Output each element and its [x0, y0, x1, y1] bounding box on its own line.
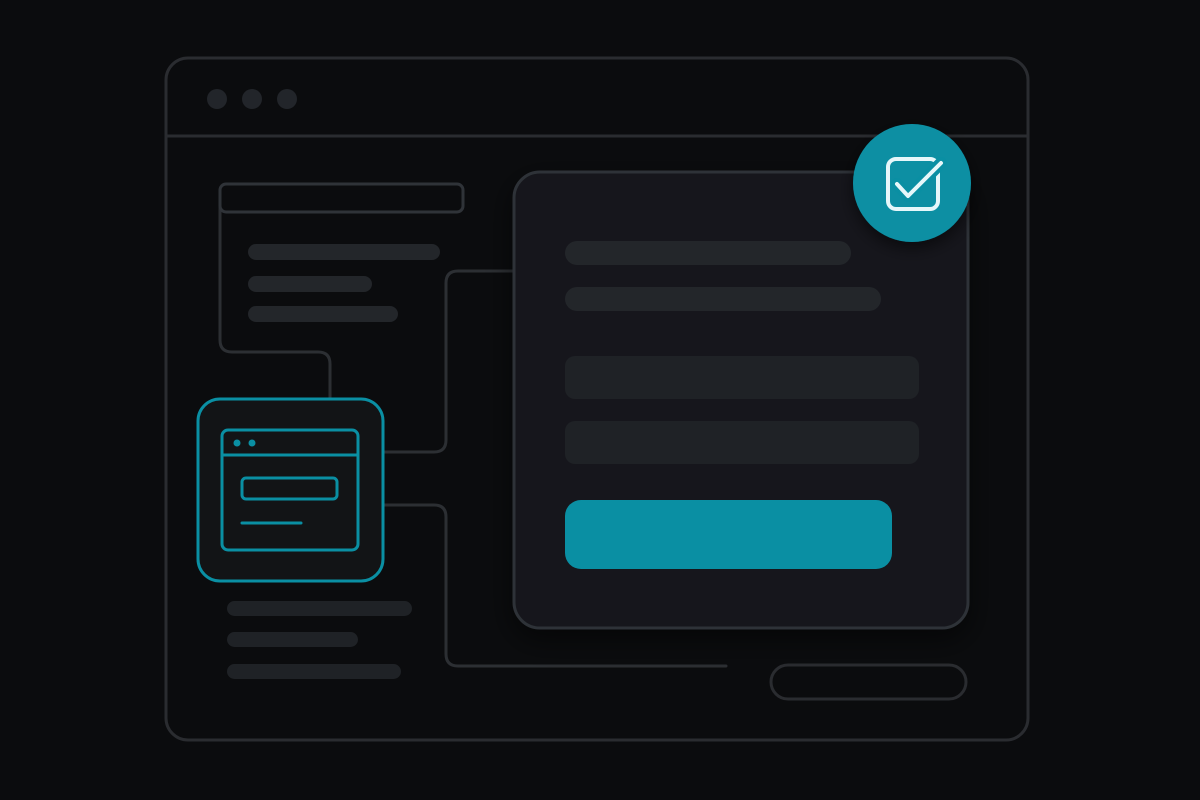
check-badge-circle: [853, 124, 971, 242]
ui-illustration: [0, 0, 1200, 800]
sidebar-placeholder-line: [227, 664, 401, 679]
sidebar-placeholder-line: [248, 306, 398, 322]
window-control-maximize[interactable]: [277, 89, 297, 109]
sidebar-placeholder-line: [248, 244, 440, 260]
illustration-canvas: [0, 0, 1200, 800]
browser-glyph-dot: [233, 439, 241, 447]
check-badge: [853, 124, 971, 242]
form-heading-placeholder: [565, 241, 851, 265]
app-icon-tile[interactable]: [196, 397, 385, 583]
window-control-close[interactable]: [207, 89, 227, 109]
form-subheading-placeholder: [565, 287, 881, 311]
form-input-field[interactable]: [565, 356, 919, 399]
submit-button[interactable]: [565, 500, 892, 569]
form-input-field[interactable]: [565, 421, 919, 464]
sidebar-placeholder-line: [248, 276, 372, 292]
browser-glyph-dot: [248, 439, 256, 447]
sidebar-placeholder-line: [227, 601, 412, 616]
sidebar-placeholder-line: [227, 632, 358, 647]
browser-window-icon[interactable]: [196, 397, 385, 583]
window-control-minimize[interactable]: [242, 89, 262, 109]
window-controls-icon[interactable]: [207, 89, 297, 109]
